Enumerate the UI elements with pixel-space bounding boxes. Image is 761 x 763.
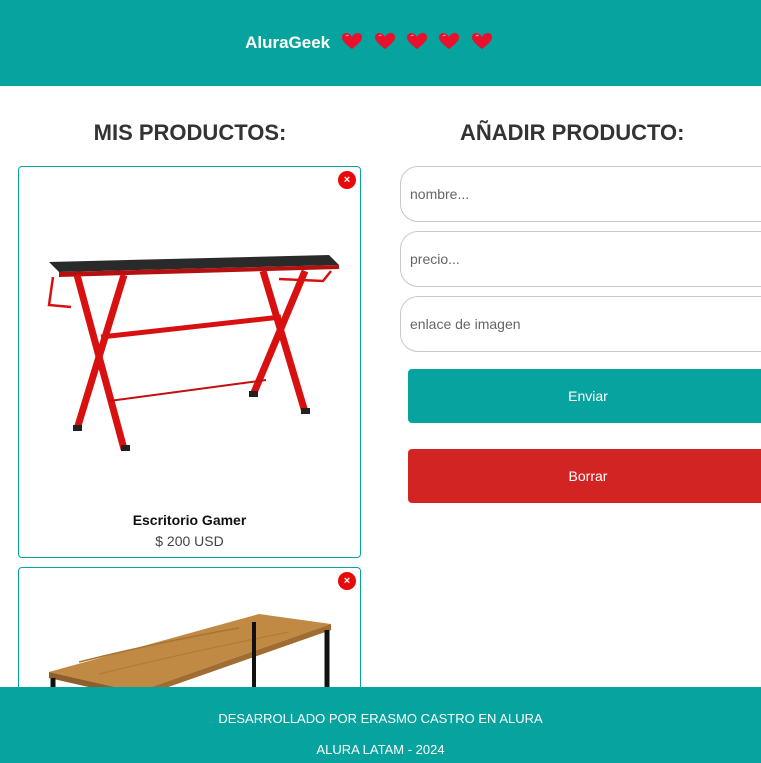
heart-icon	[342, 32, 363, 49]
submit-button[interactable]: Enviar	[408, 369, 761, 423]
delete-product-icon[interactable]: ×	[338, 572, 356, 590]
heart-icon	[439, 32, 460, 49]
name-input[interactable]	[400, 166, 761, 222]
form-section-title: AÑADIR PRODUCTO:	[460, 120, 685, 145]
clear-button[interactable]: Borrar	[408, 449, 761, 503]
product-image-gaming-desk	[47, 255, 339, 451]
heart-icon	[407, 32, 428, 49]
product-card: × Escritorio Gamer $ 200 USD	[18, 166, 361, 558]
product-name: Escritorio Gamer	[132, 512, 247, 528]
product-card: ×	[18, 567, 361, 707]
site-footer: DESARROLLADO POR ERASMO CASTRO EN ALURA …	[0, 687, 761, 763]
products-section-title: MIS PRODUCTOS:	[93, 120, 287, 145]
price-input[interactable]	[400, 231, 761, 287]
image-url-input[interactable]	[400, 296, 761, 352]
heart-icon	[471, 32, 492, 49]
footer-copyright: ALURA LATAM - 2024	[316, 742, 445, 757]
hearts-row	[338, 31, 496, 56]
heart-icon	[374, 32, 395, 49]
site-header: AluraGeek	[0, 0, 761, 86]
brand-logo[interactable]: AluraGeek	[245, 33, 330, 53]
footer-credit: DESARROLLADO POR ERASMO CASTRO EN ALURA	[218, 711, 543, 726]
product-price: $ 200 USD	[155, 533, 224, 549]
